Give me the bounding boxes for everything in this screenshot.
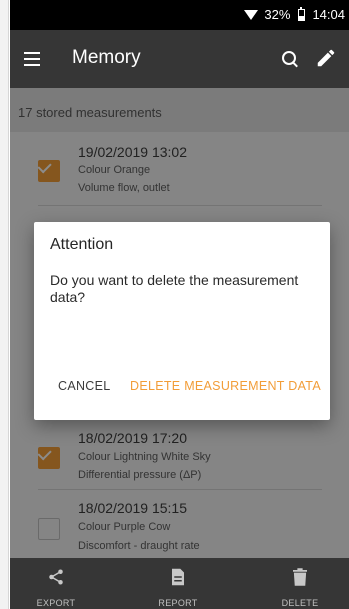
page-title: Memory xyxy=(72,47,141,68)
export-button[interactable]: EXPORT xyxy=(21,558,91,609)
dialog-title: Attention xyxy=(50,236,114,253)
battery-percentage: 32% xyxy=(264,7,291,22)
status-bar: 32% 14:04 xyxy=(10,0,349,30)
app: 32% 14:04 Memory 17 stored measurements … xyxy=(10,0,349,609)
app-bar: Memory xyxy=(10,30,349,88)
trash-icon xyxy=(293,568,307,586)
screen: 32% 14:04 Memory 17 stored measurements … xyxy=(0,0,349,609)
bottom-action-bar: EXPORT REPORT DELETE xyxy=(10,558,349,609)
status-indicators: 32% 14:04 xyxy=(244,6,345,22)
document-icon xyxy=(172,568,184,586)
dialog-message: Do you want to delete the measurement da… xyxy=(50,272,299,305)
battery-icon xyxy=(298,6,306,21)
delete-label: DELETE xyxy=(281,598,319,608)
share-icon xyxy=(49,569,63,585)
delete-button[interactable]: DELETE xyxy=(265,558,335,609)
report-label: REPORT xyxy=(158,598,198,608)
cancel-button[interactable]: CANCEL xyxy=(58,379,111,393)
delete-measurement-data-button[interactable]: DELETE MEASUREMENT DATA xyxy=(130,379,321,393)
clock: 14:04 xyxy=(312,7,345,22)
search-icon[interactable] xyxy=(280,49,300,69)
menu-icon[interactable] xyxy=(24,52,40,66)
confirm-dialog: Attention Do you want to delete the meas… xyxy=(34,222,330,420)
export-label: EXPORT xyxy=(36,598,76,608)
wifi-icon xyxy=(244,9,259,20)
window-edge xyxy=(0,0,9,609)
report-button[interactable]: REPORT xyxy=(143,558,213,609)
edit-icon[interactable] xyxy=(315,47,337,69)
